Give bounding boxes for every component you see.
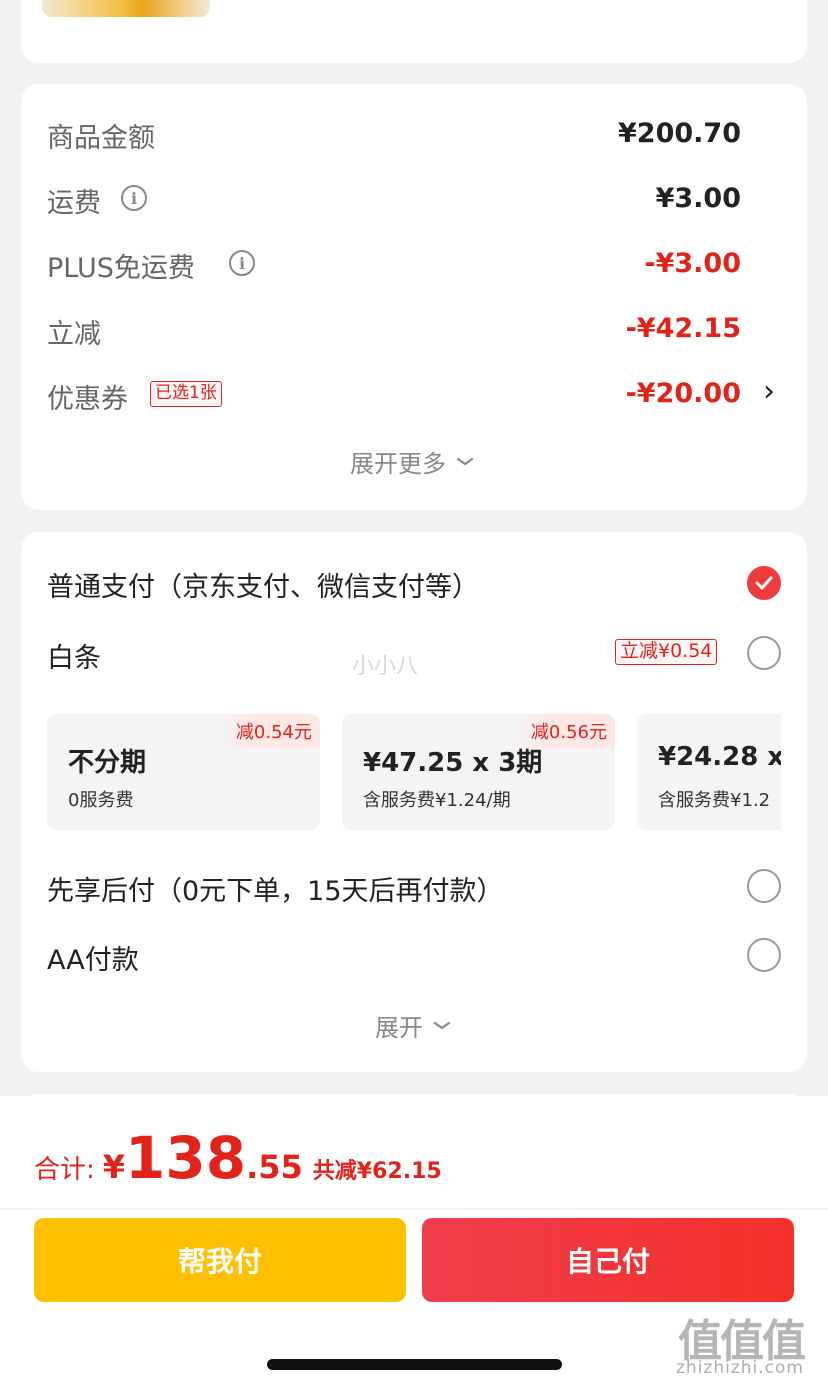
divider	[0, 1208, 828, 1210]
plan-fee: 0服务费	[68, 790, 134, 811]
plan-title: ¥24.28 x 6	[658, 742, 781, 772]
info-icon[interactable]: i	[121, 185, 147, 211]
total-label: 合计:	[34, 1155, 95, 1185]
expand-more-button[interactable]: 展开更多	[350, 444, 474, 479]
radio-baitiao[interactable]	[747, 636, 781, 670]
summary-label-shipping: 运费	[47, 188, 101, 219]
payment-method-card: 普通支付（京东支付、微信支付等） 白条 立减¥0.54 小小八 减0.54元 不…	[21, 532, 807, 1072]
chevron-right-icon[interactable]: ›	[763, 374, 775, 409]
product-thumbnail[interactable]	[42, 0, 210, 17]
payment-option-pay-later-label[interactable]: 先享后付（0元下单，15天后再付款）	[47, 869, 504, 908]
installment-plan-3[interactable]: 减0.56元 ¥47.25 x 3期 含服务费¥1.24/期	[342, 714, 615, 830]
summary-value-plus-free-shipping: -¥3.00	[644, 248, 741, 279]
plan-discount-badge: 减0.54元	[219, 714, 320, 748]
summary-label-coupon[interactable]: 优惠券	[47, 377, 128, 416]
summary-label-plus-free-shipping: PLUS免运费	[47, 253, 195, 284]
plan-fee: 含服务费¥1.24/期	[363, 790, 511, 811]
installment-plan-6[interactable]: ¥24.28 x 6 含服务费¥1.2	[637, 714, 781, 830]
coupon-selected-badge: 已选1张	[150, 381, 222, 407]
price-summary-card: 商品金额 ¥200.70 运费 i ¥3.00 PLUS免运费 i -¥3.00…	[21, 84, 807, 510]
help-me-pay-button[interactable]: 帮我付	[34, 1218, 406, 1302]
radio-pay-later[interactable]	[747, 869, 781, 903]
summary-value-instant-discount: -¥42.15	[625, 313, 741, 344]
currency-symbol: ¥	[102, 1148, 126, 1186]
total-price-line: 合计: ¥ 138 .55 共减¥62.15	[34, 1124, 442, 1192]
chevron-down-icon	[456, 457, 474, 465]
payment-option-aa-label[interactable]: AA付款	[47, 938, 139, 977]
check-circle-icon[interactable]	[747, 566, 781, 600]
price-decimal: .55	[246, 1148, 303, 1186]
installment-plan-none[interactable]: 减0.54元 不分期 0服务费	[47, 714, 320, 830]
payment-option-baitiao-label[interactable]: 白条	[47, 636, 101, 675]
chevron-down-icon	[433, 1021, 451, 1029]
expand-payment-button[interactable]: 展开	[375, 1008, 451, 1043]
plan-title: ¥47.25 x 3期	[363, 748, 543, 778]
expand-more-label: 展开更多	[350, 450, 446, 478]
site-watermark-url: zhizhizhi.com	[676, 1358, 804, 1378]
plan-fee: 含服务费¥1.2	[658, 790, 771, 811]
summary-label-goods: 商品金额	[47, 123, 155, 154]
summary-value-shipping: ¥3.00	[655, 183, 741, 214]
info-icon[interactable]: i	[229, 250, 255, 276]
total-saved: 共减¥62.15	[312, 1159, 442, 1184]
home-indicator	[267, 1359, 562, 1370]
summary-value-goods: ¥200.70	[618, 118, 741, 149]
expand-label: 展开	[375, 1014, 423, 1042]
payment-option-normal-label[interactable]: 普通支付（京东支付、微信支付等）	[47, 565, 479, 604]
pay-myself-button[interactable]: 自己付	[422, 1218, 794, 1302]
summary-value-coupon[interactable]: -¥20.00	[626, 378, 741, 409]
faint-watermark: 小小八	[352, 654, 419, 679]
installment-plan-6-clip: ¥24.28 x 6 含服务费¥1.2	[637, 714, 781, 830]
summary-label-instant-discount: 立减	[47, 319, 101, 350]
plan-title: 不分期	[68, 748, 147, 778]
baitiao-discount-badge: 立减¥0.54	[615, 639, 718, 665]
radio-aa[interactable]	[747, 938, 781, 972]
price-integer: 138	[125, 1124, 247, 1192]
